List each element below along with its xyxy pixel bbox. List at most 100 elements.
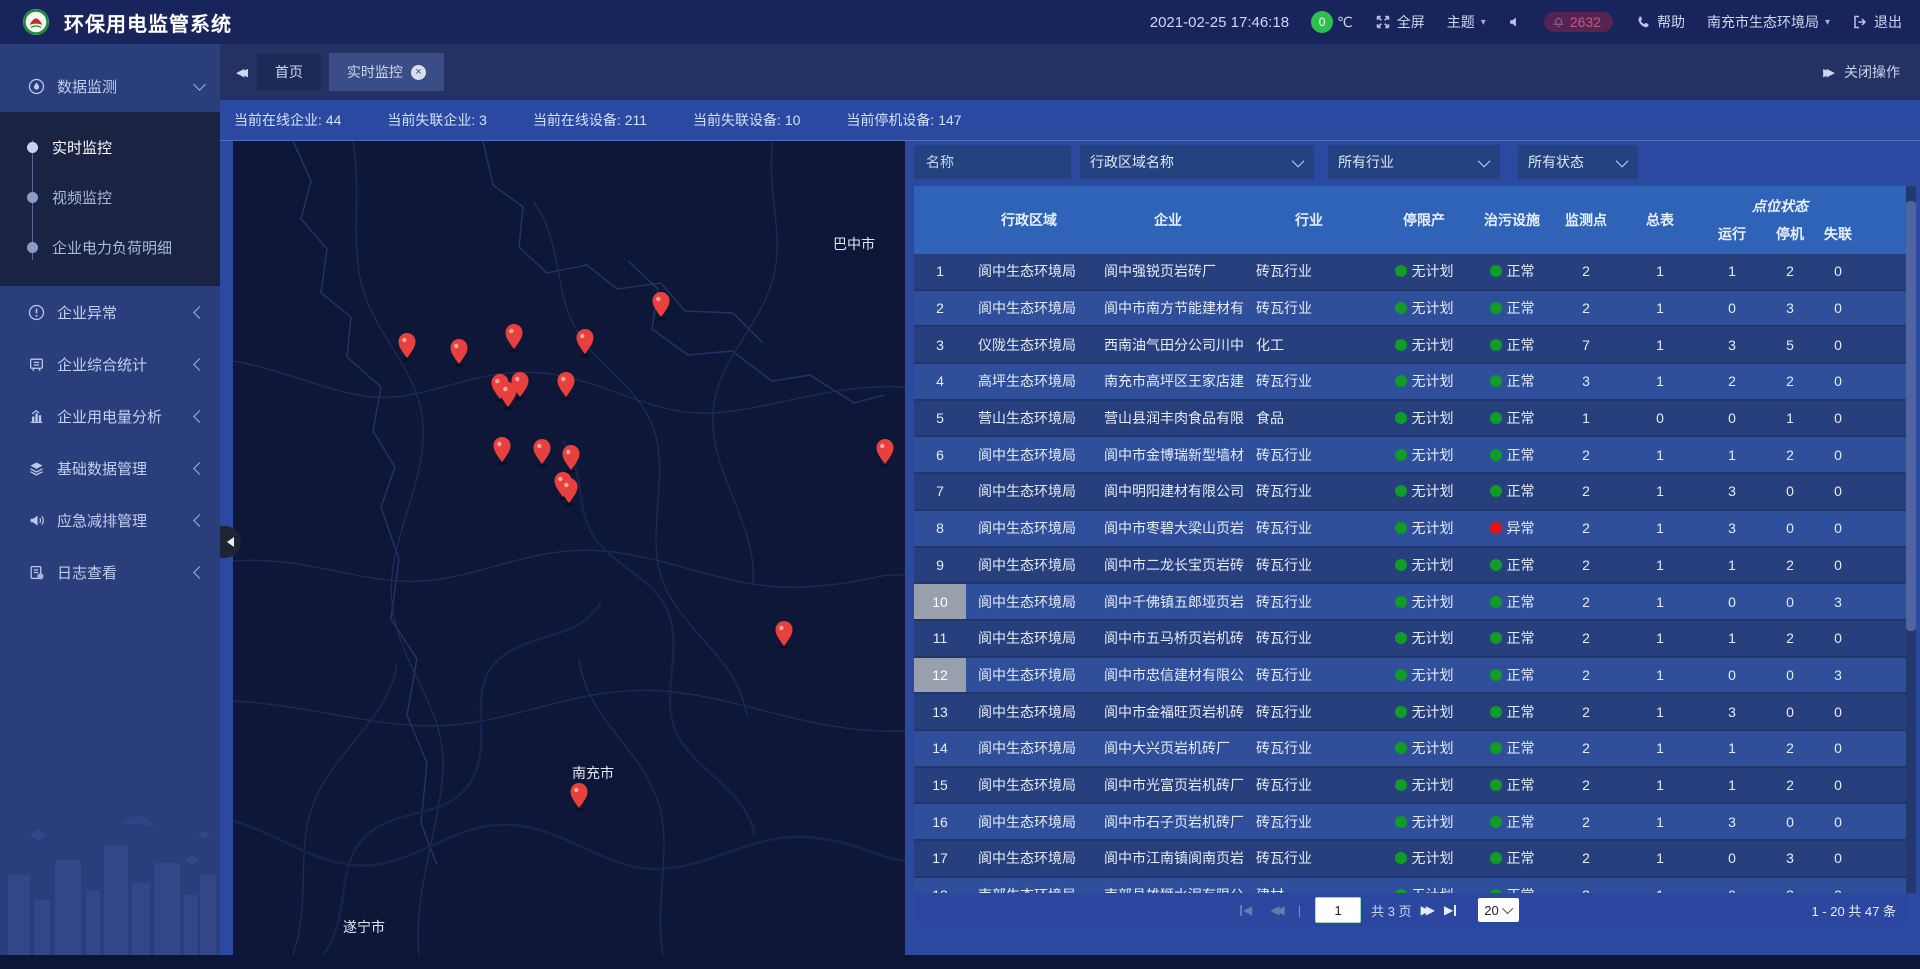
help-button[interactable]: 帮助	[1635, 12, 1685, 32]
row-index: 1	[914, 254, 966, 289]
cell-company: 阆中市枣碧大梁山页岩	[1092, 511, 1244, 546]
status-dot-green	[1490, 669, 1502, 681]
status-dot-green	[1490, 779, 1502, 791]
cell-facility-label: 正常	[1507, 812, 1535, 832]
table-row[interactable]: 13阆中生态环境局阆中市金福旺页岩机砖砖瓦行业无计划正常21300	[914, 694, 1910, 731]
name-search-input-box[interactable]	[914, 145, 1071, 179]
scrollbar-thumb[interactable]	[1906, 201, 1916, 631]
cell-run: 3	[1698, 327, 1766, 362]
cell-industry: 砖瓦行业	[1244, 621, 1374, 656]
right-panel: 行政区域名称 所有行业 所有状态 行政区域 企业 行业 停限产 治污设施 监测点	[914, 145, 1910, 955]
cell-points: 2	[1550, 658, 1622, 693]
table-row[interactable]: 3仪陇生态环境局西南油气田分公司川中化工无计划正常71350	[914, 327, 1910, 364]
cell-region: 阆中生态环境局	[966, 474, 1092, 509]
fullscreen-button[interactable]: 全屏	[1375, 12, 1425, 32]
table-row[interactable]: 18南部生态环境局南部县雄狮水泥有限公建材无计划正常21030	[914, 878, 1910, 893]
region-select[interactable]: 行政区域名称	[1080, 145, 1314, 179]
cell-stop: 2	[1766, 364, 1814, 399]
cell-lost: 0	[1814, 291, 1862, 326]
sidebar-item[interactable]: 应急减排管理	[0, 494, 220, 546]
table-row[interactable]: 2阆中生态环境局阆中市南方节能建材有砖瓦行业无计划正常21030	[914, 291, 1910, 328]
last-page-button[interactable]: ▶	[1444, 903, 1457, 917]
tabs-scroll-left-icon[interactable]: ◀◀	[220, 66, 257, 79]
cell-stop: 2	[1766, 254, 1814, 289]
table-row[interactable]: 7阆中生态环境局阆中明阳建材有限公司砖瓦行业无计划正常21300	[914, 474, 1910, 511]
cell-meters: 0	[1622, 401, 1698, 436]
cell-region: 阆中生态环境局	[966, 511, 1092, 546]
sidebar-item-label: 日志查看	[57, 562, 195, 583]
prev-page-button[interactable]: ◀◀	[1270, 903, 1284, 917]
table-header: 行政区域 企业 行业 停限产 治污设施 监测点 总表 运行 停机 失联 点位状态	[914, 186, 1910, 254]
sidebar-item-label: 企业异常	[57, 302, 195, 323]
sidebar-item[interactable]: 日志查看	[0, 546, 220, 598]
sidebar-skyline-decoration	[0, 805, 220, 955]
column-company: 企业	[1092, 186, 1244, 254]
next-page-button[interactable]: ▶▶	[1421, 903, 1435, 917]
map[interactable]: 巴中市南充市遂宁市	[233, 141, 905, 955]
table-row[interactable]: 16阆中生态环境局阆中市石子页岩机砖厂砖瓦行业无计划正常21300	[914, 804, 1910, 841]
table-row[interactable]: 5营山生态环境局营山县润丰肉食品有限食品无计划正常10010	[914, 401, 1910, 438]
table-row[interactable]: 6阆中生态环境局阆中市金博瑞新型墙材砖瓦行业无计划正常21120	[914, 437, 1910, 474]
table-row[interactable]: 4高坪生态环境局南充市高坪区王家店建砖瓦行业无计划正常31220	[914, 364, 1910, 401]
cell-meters: 1	[1622, 878, 1698, 893]
sidebar-item[interactable]: 企业异常	[0, 286, 220, 338]
cell-facility-label: 正常	[1507, 848, 1535, 868]
sidebar-subitem-label: 视频监控	[52, 187, 112, 208]
status-dot-green	[1490, 816, 1502, 828]
notification-badge[interactable]: 2632	[1544, 12, 1613, 32]
tab-active[interactable]: 实时监控×	[329, 53, 444, 91]
table-row[interactable]: 12阆中生态环境局阆中市忠信建材有限公砖瓦行业无计划正常21003	[914, 658, 1910, 695]
first-page-button[interactable]: ◀	[1239, 903, 1252, 917]
tabs-scroll-right-icon[interactable]: ▶▶	[1807, 66, 1844, 79]
sidebar-item[interactable]: 企业综合统计	[0, 338, 220, 390]
cell-industry: 砖瓦行业	[1244, 511, 1374, 546]
table-row[interactable]: 8阆中生态环境局阆中市枣碧大梁山页岩砖瓦行业无计划异常21300	[914, 511, 1910, 548]
table-row[interactable]: 1阆中生态环境局阆中强锐页岩砖厂砖瓦行业无计划正常21120	[914, 254, 1910, 291]
table-row[interactable]: 10阆中生态环境局阆中千佛镇五郎垭页岩砖瓦行业无计划正常21003	[914, 584, 1910, 621]
cell-limit-status: 无计划	[1374, 878, 1474, 893]
cell-industry: 砖瓦行业	[1244, 658, 1374, 693]
table-row[interactable]: 11阆中生态环境局阆中市五马桥页岩机砖砖瓦行业无计划正常21120	[914, 621, 1910, 658]
sidebar-item[interactable]: 基础数据管理	[0, 442, 220, 494]
name-search-input[interactable]	[924, 153, 1061, 171]
sidebar-subitem[interactable]: 企业电力负荷明细	[0, 222, 220, 272]
org-dropdown[interactable]: 南充市生态环境局▾	[1707, 12, 1830, 32]
speaker-muted-icon[interactable]	[1508, 15, 1522, 29]
sidebar-item[interactable]: 企业用电量分析	[0, 390, 220, 442]
cell-stop: 2	[1766, 768, 1814, 803]
cell-points: 2	[1550, 548, 1622, 583]
table-row[interactable]: 9阆中生态环境局阆中市二龙长宝页岩砖砖瓦行业无计划正常21120	[914, 548, 1910, 585]
sidebar-subitem[interactable]: 实时监控	[0, 122, 220, 172]
page-size-value: 20	[1484, 903, 1498, 918]
logout-button[interactable]: 退出	[1852, 12, 1902, 32]
table-scrollbar[interactable]	[1906, 186, 1916, 893]
sidebar-subitem[interactable]: 视频监控	[0, 172, 220, 222]
table-row[interactable]: 14阆中生态环境局阆中大兴页岩机砖厂砖瓦行业无计划正常21120	[914, 731, 1910, 768]
cell-limit-label: 无计划	[1412, 738, 1454, 758]
cell-region: 阆中生态环境局	[966, 437, 1092, 472]
status-dot-green	[1395, 412, 1407, 424]
industry-select-value: 所有行业	[1338, 152, 1394, 172]
cell-limit-label: 无计划	[1412, 445, 1454, 465]
industry-select[interactable]: 所有行业	[1328, 145, 1500, 179]
cell-lost: 0	[1814, 474, 1862, 509]
sidebar-item-label: 数据监测	[57, 76, 195, 97]
cell-company: 阆中市金博瑞新型墙材	[1092, 437, 1244, 472]
theme-dropdown[interactable]: 主题▾	[1447, 12, 1486, 32]
close-operations-button[interactable]: 关闭操作	[1844, 62, 1900, 82]
table-row[interactable]: 17阆中生态环境局阆中市江南镇阆南页岩砖瓦行业无计划正常21030	[914, 841, 1910, 878]
table-row[interactable]: 15阆中生态环境局阆中市光富页岩机砖厂砖瓦行业无计划正常21120	[914, 768, 1910, 805]
cell-facility-label: 正常	[1507, 738, 1535, 758]
sidebar-item[interactable]: 数据监测	[0, 60, 220, 112]
tab-item[interactable]: 首页	[257, 53, 321, 91]
cell-meters: 1	[1622, 364, 1698, 399]
page-size-select[interactable]: 20	[1478, 898, 1518, 922]
status-select[interactable]: 所有状态	[1518, 145, 1638, 179]
alert-icon	[28, 304, 45, 321]
page-number-input[interactable]	[1315, 897, 1361, 923]
status-dot-green	[1490, 265, 1502, 277]
cell-points: 2	[1550, 511, 1622, 546]
tab-close-icon[interactable]: ×	[411, 65, 426, 80]
cell-points: 1	[1550, 401, 1622, 436]
cell-company: 西南油气田分公司川中	[1092, 327, 1244, 362]
